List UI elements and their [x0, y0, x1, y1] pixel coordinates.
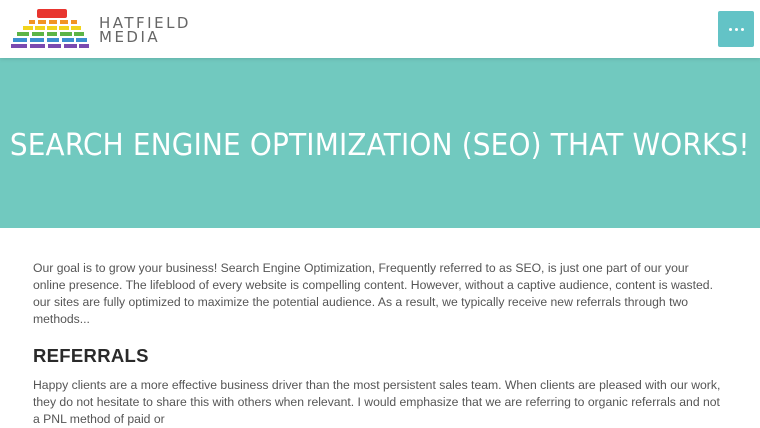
site-header: HATFIELD MEDIA	[0, 0, 760, 58]
page-title: SEARCH ENGINE OPTIMIZATION (SEO) THAT WO…	[10, 127, 750, 163]
hero-banner: SEARCH ENGINE OPTIMIZATION (SEO) THAT WO…	[0, 58, 760, 228]
logo-wordmark[interactable]: HATFIELD MEDIA	[99, 16, 191, 46]
section-paragraph: Happy clients are a more effective busin…	[33, 378, 721, 426]
section-heading: REFERRALS	[33, 345, 149, 366]
main-content: Our goal is to grow your business! Searc…	[33, 260, 723, 426]
logo-line-2: MEDIA	[99, 28, 161, 46]
menu-button[interactable]	[718, 11, 754, 47]
logo-icon[interactable]	[11, 9, 89, 51]
more-horizontal-icon	[728, 27, 744, 31]
intro-paragraph: Our goal is to grow your business! Searc…	[33, 261, 713, 326]
